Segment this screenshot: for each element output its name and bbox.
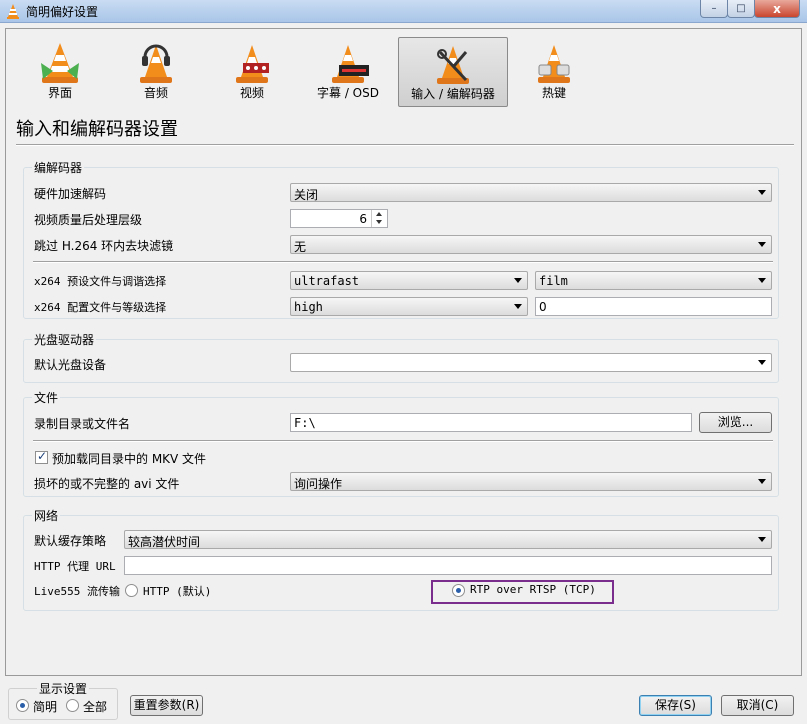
x264-profile-value: high	[294, 300, 323, 314]
interface-cone-icon	[41, 43, 79, 83]
broken-avi-label: 损坏的或不完整的 avi 文件	[34, 477, 180, 491]
tab-subtitles-osd[interactable]: 字幕 / OSD	[294, 37, 402, 105]
x264-tune-value: film	[539, 274, 568, 288]
http-radio[interactable]	[125, 584, 138, 597]
hw-decoding-value: 关闭	[294, 188, 319, 202]
chevron-down-icon	[758, 242, 766, 247]
disc-device-select[interactable]	[290, 353, 772, 372]
all-radio[interactable]	[66, 699, 79, 712]
hw-decoding-label: 硬件加速解码	[34, 187, 107, 201]
tab-input-codecs[interactable]: 输入 / 编解码器	[398, 37, 508, 107]
tab-label: 界面	[47, 86, 72, 100]
window-title: 简明偏好设置	[26, 5, 99, 19]
tab-audio[interactable]: 音频	[102, 37, 210, 105]
postproc-spinbox[interactable]: 6	[290, 209, 388, 228]
http-proxy-input[interactable]	[124, 556, 772, 575]
simple-radio[interactable]	[16, 699, 29, 712]
spin-up-icon[interactable]	[372, 210, 387, 218]
skip-loop-filter-label: 跳过 H.264 环内去块滤镜	[34, 239, 174, 253]
minimize-button[interactable]: –	[700, 0, 728, 18]
hotkeys-cone-icon	[538, 45, 570, 83]
x264-preset-label: x264 预设文件与调谐选择	[34, 275, 167, 288]
tab-label: 音频	[143, 86, 168, 100]
disc-group-label: 光盘驱动器	[32, 331, 97, 348]
simple-label[interactable]: 简明	[33, 698, 57, 715]
x264-profile-label: x264 配置文件与等级选择	[34, 301, 167, 314]
tab-label: 热键	[541, 86, 566, 100]
tab-label: 视频	[239, 86, 264, 100]
close-button[interactable]: x	[754, 0, 800, 18]
all-label[interactable]: 全部	[83, 698, 107, 715]
subtitles-cone-icon	[332, 45, 369, 83]
page-title: 输入和编解码器设置	[16, 119, 178, 140]
chevron-down-icon	[758, 190, 766, 195]
hw-decoding-select[interactable]: 关闭	[290, 183, 772, 202]
display-settings-label: 显示设置	[37, 680, 90, 697]
chevron-down-icon	[758, 537, 766, 542]
broken-avi-value: 询问操作	[294, 477, 343, 491]
preload-mkv-label[interactable]: 预加载同目录中的 MKV 文件	[52, 450, 206, 467]
skip-loop-filter-select[interactable]: 无	[290, 235, 772, 254]
cancel-button[interactable]: 取消(C)	[721, 695, 794, 716]
x264-profile-select[interactable]: high	[290, 297, 528, 316]
reset-preferences-button[interactable]: 重置参数(R)	[130, 695, 203, 716]
broken-avi-select[interactable]: 询问操作	[290, 472, 772, 491]
record-path-input[interactable]: F:\	[290, 413, 692, 432]
chevron-down-icon	[514, 304, 522, 309]
record-path-label: 录制目录或文件名	[34, 417, 131, 431]
video-cone-icon	[236, 45, 269, 83]
postproc-value: 6	[359, 212, 367, 226]
spin-buttons[interactable]	[371, 210, 387, 227]
tab-video[interactable]: 视频	[198, 37, 306, 105]
x264-level-value: 0	[539, 300, 547, 314]
codecs-group-label: 编解码器	[32, 159, 85, 176]
tab-interface[interactable]: 界面	[6, 37, 114, 105]
rtsp-tcp-option-label[interactable]: RTP over RTSP (TCP)	[470, 583, 596, 596]
http-option-label[interactable]: HTTP (默认)	[143, 583, 211, 599]
category-tabs: 界面 音频 视频 字幕 / OSD 输入 / 编解码器 热键	[6, 29, 801, 113]
input-codecs-cone-icon	[437, 46, 469, 84]
maximize-button[interactable]: □	[727, 0, 755, 18]
chevron-down-icon	[758, 278, 766, 283]
preload-mkv-checkbox[interactable]	[35, 449, 48, 464]
codecs-divider	[33, 261, 773, 263]
title-divider	[16, 144, 794, 146]
chevron-down-icon	[514, 278, 522, 283]
spin-down-icon[interactable]	[372, 218, 387, 226]
preferences-panel: 界面 音频 视频 字幕 / OSD 输入 / 编解码器 热键 输入和编解码器设置…	[5, 28, 802, 676]
files-group-label: 文件	[32, 389, 61, 406]
x264-tune-select[interactable]: film	[535, 271, 772, 290]
chevron-down-icon	[758, 479, 766, 484]
cache-policy-value: 较高潜伏时间	[128, 535, 201, 549]
files-divider	[33, 440, 773, 442]
live555-label: Live555 流传输	[34, 585, 120, 598]
skip-loop-filter-value: 无	[294, 240, 307, 254]
cache-policy-select[interactable]: 较高潜伏时间	[124, 530, 772, 549]
http-proxy-label: HTTP 代理 URL	[34, 560, 116, 573]
chevron-down-icon	[758, 360, 766, 365]
tab-label: 输入 / 编解码器	[411, 87, 495, 101]
x264-preset-select[interactable]: ultrafast	[290, 271, 528, 290]
save-button[interactable]: 保存(S)	[639, 695, 712, 716]
audio-cone-icon	[140, 44, 172, 83]
record-path-value: F:\	[294, 416, 316, 430]
cache-policy-label: 默认缓存策略	[34, 534, 107, 548]
title-bar: 简明偏好设置 – □ x	[0, 0, 807, 23]
network-group-label: 网络	[32, 507, 61, 524]
x264-preset-value: ultrafast	[294, 274, 360, 288]
disc-device-label: 默认光盘设备	[34, 358, 107, 372]
tab-hotkeys[interactable]: 热键	[500, 37, 608, 105]
tab-label: 字幕 / OSD	[317, 86, 379, 100]
x264-level-input[interactable]: 0	[535, 297, 772, 316]
rtsp-tcp-radio[interactable]	[452, 584, 465, 597]
postproc-label: 视频质量后处理层级	[34, 213, 143, 227]
browse-button[interactable]: 浏览...	[699, 412, 772, 433]
vlc-icon	[7, 4, 19, 19]
